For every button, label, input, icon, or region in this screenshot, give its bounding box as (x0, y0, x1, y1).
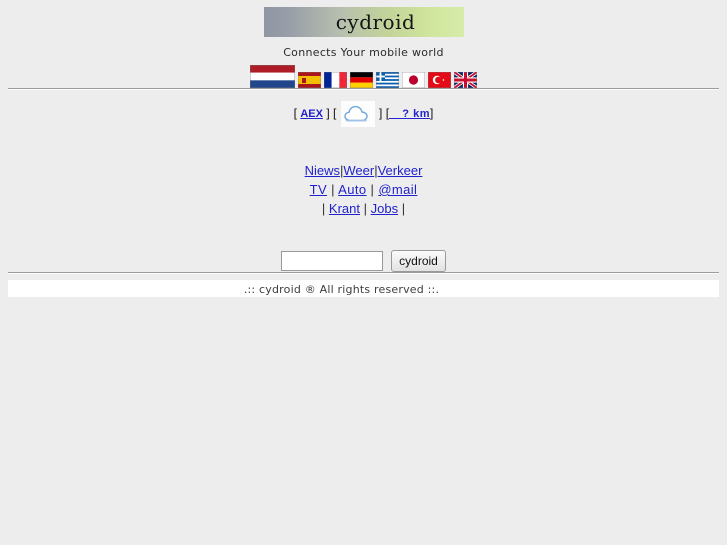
flag-gr-icon[interactable] (375, 71, 400, 89)
nav-link-auto[interactable]: Auto (338, 182, 366, 197)
nav-link-verkeer[interactable]: Verkeer (378, 163, 423, 178)
nav-separator: | (401, 201, 406, 216)
status-close-bracket-2: ] (379, 106, 383, 121)
weather-widget[interactable] (340, 101, 375, 127)
nav-row-2: TV | Auto | @mail (0, 180, 727, 199)
site-tagline: Connects Your mobile world (283, 46, 444, 59)
flag-es-icon[interactable] (297, 71, 322, 89)
flag-gb-icon[interactable] (453, 70, 478, 90)
flag-de-icon[interactable] (349, 71, 374, 89)
nav-link-weer[interactable]: Weer (343, 163, 374, 178)
site-logo-text: cydroid (335, 10, 416, 34)
status-close-bracket-1: ] (326, 106, 330, 121)
search-submit-button[interactable]: cydroid (391, 250, 446, 272)
copyright-text: .:: cydroid ® All rights reserved ::. (243, 283, 440, 296)
aex-stock-link[interactable]: AEX (300, 108, 323, 120)
site-logo-banner[interactable]: cydroid (263, 7, 464, 37)
site-header: cydroid Connects Your mobile world (0, 0, 727, 90)
nav-row-1: Niews|Weer|Verkeer (0, 161, 727, 180)
nav-link-krant[interactable]: Krant (329, 201, 360, 216)
nav-link-niews[interactable]: Niews (305, 163, 340, 178)
search-input[interactable] (281, 251, 384, 271)
search-section: cydroid (0, 250, 727, 272)
search-form: cydroid (281, 250, 446, 272)
distance-link[interactable]: __? km (389, 108, 430, 120)
nav-separator: | (331, 182, 335, 197)
status-open-bracket-2: [ (333, 106, 337, 121)
nav-link-jobs[interactable]: Jobs (371, 201, 398, 216)
footer-band: .:: cydroid ® All rights reserved ::. (8, 280, 719, 297)
page-root: cydroid Connects Your mobile world [AEX… (0, 0, 727, 297)
cloud-icon (343, 105, 368, 122)
status-bar: [ AEX ] [ ] [__? km] (0, 90, 727, 127)
footer-divider (8, 272, 719, 274)
status-open-bracket-1: [ (293, 106, 297, 121)
flag-nl-icon[interactable] (249, 64, 296, 89)
nav-separator: | (321, 201, 326, 216)
flag-tr-icon[interactable] (427, 71, 452, 89)
nav-link-tv[interactable]: TV (310, 182, 327, 197)
flag-jp-icon[interactable] (401, 71, 426, 89)
status-close-bracket-3: ] (429, 106, 434, 121)
language-flag-bar (0, 64, 727, 90)
flag-fr-icon[interactable] (323, 71, 348, 89)
nav-row-3: | Krant | Jobs | (0, 199, 727, 218)
nav-link-mail[interactable]: @mail (378, 182, 417, 197)
nav-separator: | (363, 201, 367, 216)
main-navigation: Niews|Weer|Verkeer TV | Auto | @mail | K… (0, 161, 727, 218)
nav-separator: | (370, 182, 375, 197)
